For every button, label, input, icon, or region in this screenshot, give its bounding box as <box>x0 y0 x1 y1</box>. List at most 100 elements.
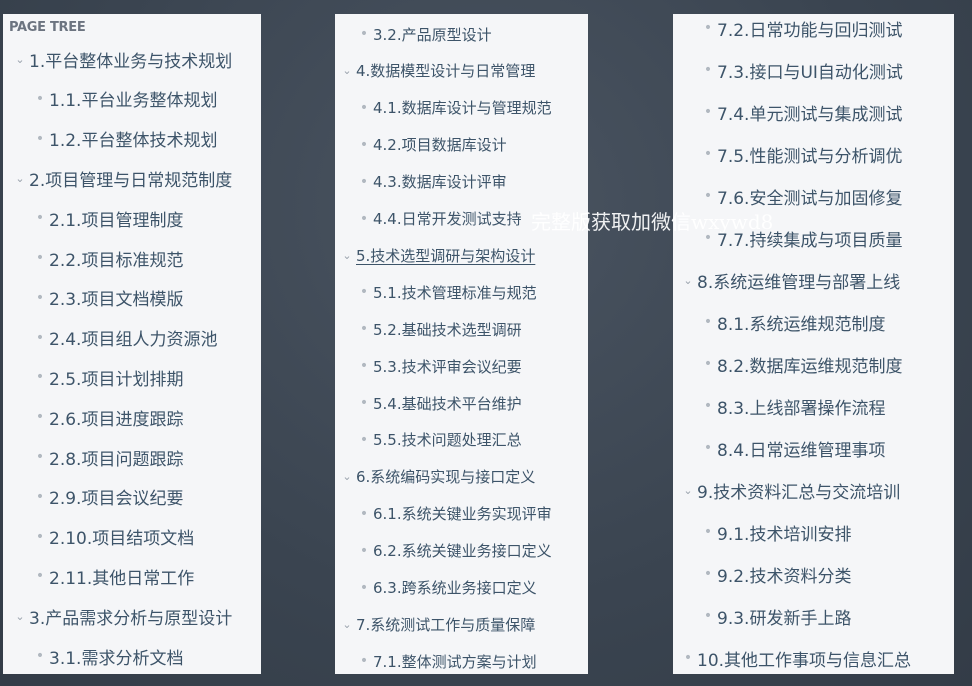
tree-node-label: 7.2.日常功能与回归测试 <box>717 20 903 41</box>
chevron-down-icon[interactable]: ⌄ <box>679 484 697 497</box>
tree-node[interactable]: • 8.4.日常运维管理事项 <box>673 436 954 461</box>
bullet-icon: • <box>703 104 713 120</box>
tree-node-label: 6.3.跨系统业务接口定义 <box>373 579 537 597</box>
tree-node[interactable]: • 3.2.产品原型设计 <box>335 23 588 45</box>
chevron-down-icon[interactable]: ⌄ <box>679 274 697 287</box>
tree-node[interactable]: • 2.9.项目会议纪要 <box>3 485 261 510</box>
tree-node-label: 4.3.数据库设计评审 <box>373 173 507 192</box>
page-tree-panel-1: PAGE TREE ⌄ 1.平台整体业务与技术规划 • 1.1.平台业务整体规划 • 1.… <box>3 14 261 674</box>
tree-node-label: 3.1.需求分析文档 <box>49 648 184 669</box>
tree-node-parent[interactable]: ⌄ 6.系统编码实现与接口定义 <box>335 466 588 488</box>
chevron-down-icon[interactable]: ⌄ <box>338 618 356 631</box>
tree-node[interactable]: • 5.4.基础技术平台维护 <box>335 392 588 414</box>
chevron-down-icon[interactable]: ⌄ <box>11 610 29 623</box>
bullet-icon: • <box>359 136 369 153</box>
tree-node[interactable]: • 8.3.上线部署操作流程 <box>673 394 954 419</box>
tree-node-label: 5.4.基础技术平台维护 <box>373 394 522 413</box>
chevron-down-icon[interactable]: ⌄ <box>11 53 29 66</box>
tree-node[interactable]: • 4.1.数据库设计与管理规范 <box>335 97 588 119</box>
bullet-icon: • <box>703 188 713 204</box>
tree-node[interactable]: • 2.8.项目问题跟踪 <box>3 445 261 470</box>
tree-node[interactable]: • 2.10.项目结项文档 <box>3 525 261 550</box>
tree-node-label: 2.1.项目管理制度 <box>49 210 184 231</box>
tree-node-label: 2.8.项目问题跟踪 <box>49 449 184 470</box>
tree-node[interactable]: • 10.其他工作事项与信息汇总 <box>673 646 954 671</box>
tree-node[interactable]: • 5.3.技术评审会议纪要 <box>335 355 588 377</box>
tree-node[interactable]: • 9.3.研发新手上路 <box>673 604 954 629</box>
tree-node-label: 7.4.单元测试与集成测试 <box>717 104 903 125</box>
tree-node[interactable]: • 7.5.性能测试与分析调优 <box>673 142 954 167</box>
bullet-icon: • <box>703 356 713 372</box>
tree-node[interactable]: • 2.3.项目文档模版 <box>3 286 261 311</box>
tree-node[interactable]: • 3.1.需求分析文档 <box>3 644 261 669</box>
tree-node[interactable]: • 2.1.项目管理制度 <box>3 206 261 231</box>
tree-node-label: 8.4.日常运维管理事项 <box>717 440 886 461</box>
tree-node[interactable]: • 5.1.技术管理标准与规范 <box>335 281 588 303</box>
tree-node-label: 6.2.系统关键业务接口定义 <box>373 542 552 561</box>
tree-node[interactable]: • 4.4.日常开发测试支持 <box>335 208 588 230</box>
tree-node[interactable]: • 9.1.技术培训安排 <box>673 520 954 545</box>
tree-node[interactable]: • 4.3.数据库设计评审 <box>335 171 588 193</box>
tree-node[interactable]: • 9.2.技术资料分类 <box>673 562 954 587</box>
bullet-icon: • <box>703 146 713 162</box>
tree-node[interactable]: • 7.2.日常功能与回归测试 <box>673 16 954 41</box>
bullet-icon: • <box>35 488 45 505</box>
tree-node-label: 2.4.项目组人力资源池 <box>49 330 218 351</box>
tree-node[interactable]: • 8.2.数据库运维规范制度 <box>673 352 954 377</box>
tree-node[interactable]: • 5.5.技术问题处理汇总 <box>335 429 588 451</box>
tree-node-parent[interactable]: ⌄ 9.技术资料汇总与交流培训 <box>673 478 954 503</box>
tree-node-parent[interactable]: ⌄ 1.平台整体业务与技术规划 <box>3 47 261 72</box>
tree-node[interactable]: • 4.2.项目数据库设计 <box>335 134 588 156</box>
tree-node[interactable]: • 6.1.系统关键业务实现评审 <box>335 503 588 525</box>
tree-node[interactable]: • 7.1.整体测试方案与计划 <box>335 650 588 672</box>
bullet-icon: • <box>35 250 45 266</box>
tree-node-label: 2.2.项目标准规范 <box>49 250 184 271</box>
chevron-down-icon[interactable]: ⌄ <box>338 64 356 77</box>
tree-node[interactable]: • 7.7.持续集成与项目质量 <box>673 226 954 251</box>
tree-node[interactable]: • 6.2.系统关键业务接口定义 <box>335 540 588 562</box>
bullet-icon: • <box>359 358 369 375</box>
bullet-icon: • <box>35 90 45 107</box>
tree-node[interactable]: • 5.2.基础技术选型调研 <box>335 318 588 340</box>
tree-node[interactable]: • 2.4.项目组人力资源池 <box>3 326 261 351</box>
bullet-icon: • <box>703 608 713 624</box>
tree-node-label: 1.2.平台整体技术规划 <box>49 131 218 152</box>
tree-node[interactable]: • 2.5.项目计划排期 <box>3 365 261 390</box>
tree-node[interactable]: • 8.1.系统运维规范制度 <box>673 310 954 335</box>
tree-node[interactable]: • 1.1.平台业务整体规划 <box>3 87 261 112</box>
chevron-down-icon[interactable]: ⌄ <box>338 249 356 262</box>
tree-node-label: 2.11.其他日常工作 <box>49 568 195 589</box>
tree-node-label: 5.3.技术评审会议纪要 <box>373 357 522 376</box>
bullet-icon: • <box>703 398 713 414</box>
tree-node[interactable]: • 2.11.其他日常工作 <box>3 564 261 589</box>
chevron-down-icon[interactable]: ⌄ <box>338 470 356 483</box>
chevron-down-icon[interactable]: ⌄ <box>11 172 29 185</box>
tree-node-label: 6.系统编码实现与接口定义 <box>356 468 536 487</box>
tree-node-parent[interactable]: ⌄ 8.系统运维管理与部署上线 <box>673 268 954 293</box>
tree-node-parent[interactable]: ⌄ 5.技术选型调研与架构设计 <box>335 244 588 266</box>
tree-node-parent[interactable]: ⌄ 2.项目管理与日常规范制度 <box>3 166 261 191</box>
tree-node-parent[interactable]: ⌄ 7.系统测试工作与质量保障 <box>335 613 588 635</box>
tree-node-label: 9.2.技术资料分类 <box>717 566 852 587</box>
tree-node-label: 4.2.项目数据库设计 <box>373 136 507 155</box>
tree-node[interactable]: • 6.3.跨系统业务接口定义 <box>335 577 588 599</box>
tree-node[interactable]: • 7.3.接口与UI自动化测试 <box>673 58 954 83</box>
tree-node[interactable]: • 7.6.安全测试与加固修复 <box>673 184 954 209</box>
tree-node-parent[interactable]: ⌄ 3.产品需求分析与原型设计 <box>3 604 261 629</box>
tree-node[interactable]: • 2.2.项目标准规范 <box>3 246 261 271</box>
bullet-icon: • <box>35 210 45 227</box>
tree-node-label: 9.技术资料汇总与交流培训 <box>697 482 901 503</box>
tree-node-label: 2.9.项目会议纪要 <box>49 489 184 510</box>
tree-node[interactable]: • 2.6.项目进度跟踪 <box>3 405 261 430</box>
bullet-icon: • <box>35 449 45 465</box>
tree-node[interactable]: • 1.2.平台整体技术规划 <box>3 127 261 152</box>
bullet-icon: • <box>359 99 369 116</box>
bullet-icon: • <box>359 653 369 670</box>
bullet-icon: • <box>35 369 45 386</box>
bullet-icon: • <box>35 130 45 147</box>
tree-node[interactable]: • 7.4.单元测试与集成测试 <box>673 100 954 125</box>
tree-node-parent[interactable]: ⌄ 4.数据模型设计与日常管理 <box>335 60 588 82</box>
tree-node-label: 5.2.基础技术选型调研 <box>373 320 522 339</box>
bullet-icon: • <box>683 650 693 666</box>
bullet-icon: • <box>35 528 45 545</box>
